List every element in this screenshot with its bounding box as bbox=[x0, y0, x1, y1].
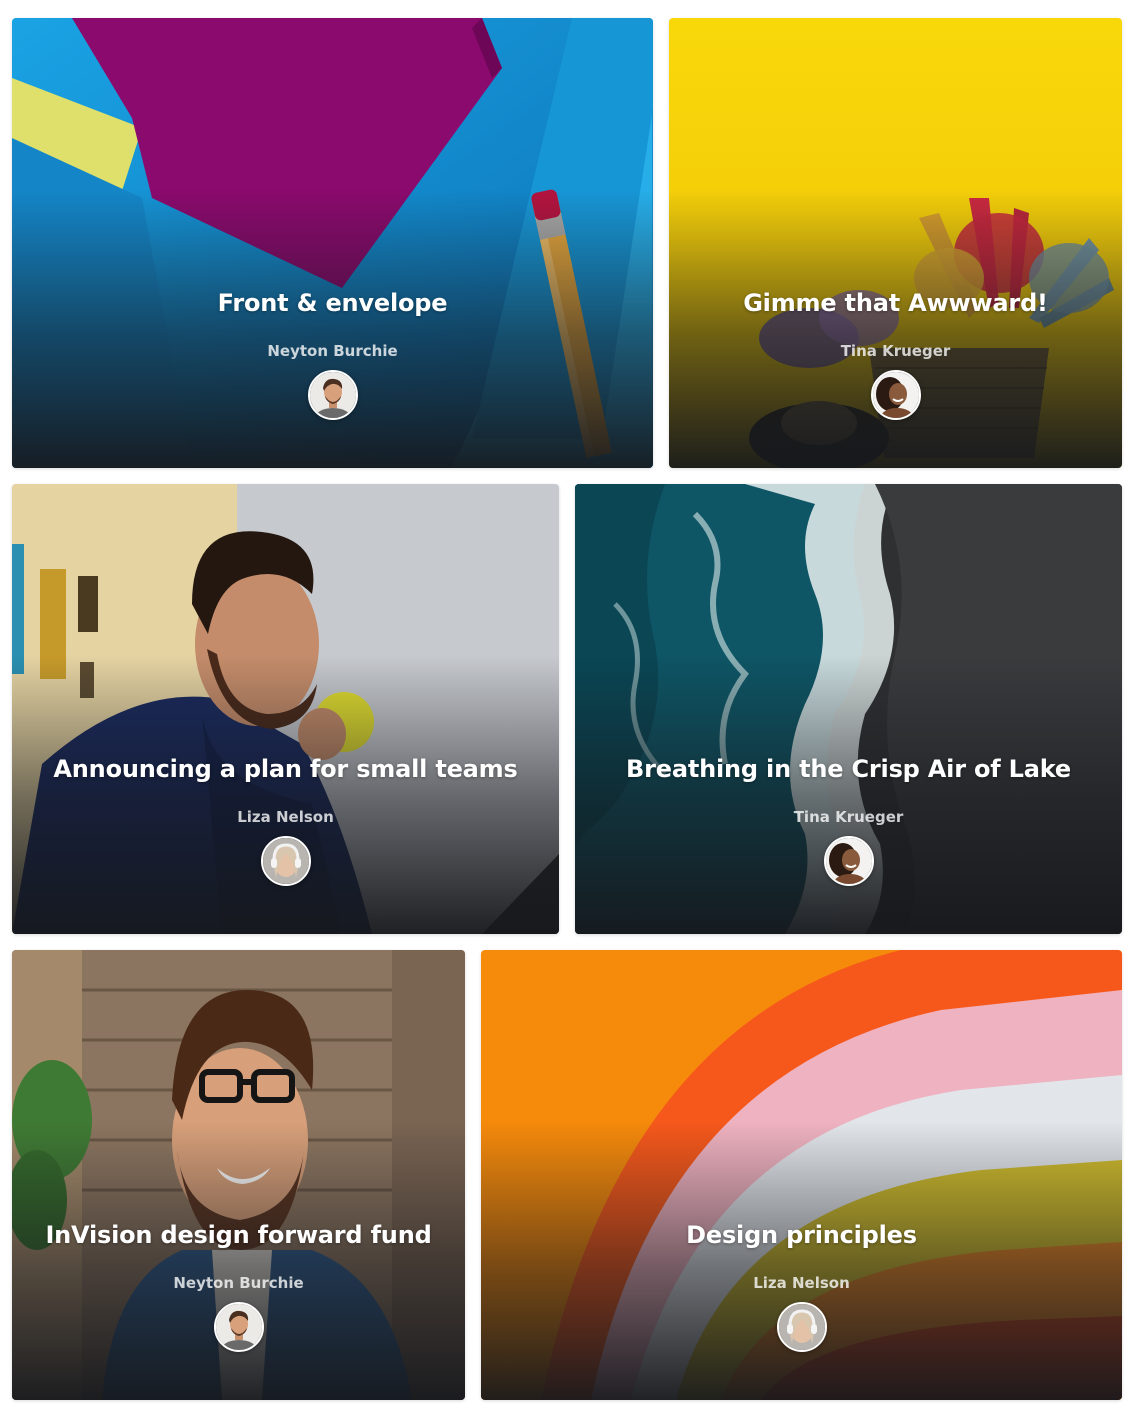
card-author[interactable]: Neyton Burchie bbox=[12, 1274, 465, 1292]
card-title[interactable]: Gimme that Awwward! bbox=[669, 288, 1122, 318]
woman-headphones-avatar[interactable] bbox=[776, 1302, 827, 1352]
card-author[interactable]: Tina Krueger bbox=[575, 808, 1122, 826]
card-author[interactable]: Tina Krueger bbox=[669, 342, 1122, 360]
man-portrait-avatar[interactable] bbox=[307, 370, 358, 420]
card-author[interactable]: Neyton Burchie bbox=[12, 342, 653, 360]
blog-card-crisp-air-lake[interactable]: Breathing in the Crisp Air of Lake Tina … bbox=[575, 484, 1122, 934]
card-title[interactable]: Front & envelope bbox=[12, 288, 653, 318]
blog-card-grid: Front & envelope Neyton Burchie Gimme th… bbox=[0, 0, 1135, 1412]
man-portrait-avatar[interactable] bbox=[213, 1302, 264, 1352]
card-title[interactable]: Announcing a plan for small teams bbox=[12, 754, 559, 784]
card-author[interactable]: Liza Nelson bbox=[481, 1274, 1122, 1292]
blog-card-gimme-awwward[interactable]: Gimme that Awwward! Tina Krueger bbox=[669, 18, 1122, 468]
blog-card-design-principles[interactable]: Design principles Liza Nelson bbox=[481, 950, 1122, 1400]
blog-card-small-teams[interactable]: Announcing a plan for small teams Liza N… bbox=[12, 484, 559, 934]
card-title[interactable]: Breathing in the Crisp Air of Lake bbox=[575, 754, 1122, 784]
blog-card-front-envelope[interactable]: Front & envelope Neyton Burchie bbox=[12, 18, 653, 468]
card-title[interactable]: Design principles bbox=[481, 1220, 1122, 1250]
woman-portrait-avatar[interactable] bbox=[870, 370, 921, 420]
card-title[interactable]: InVision design forward fund bbox=[12, 1220, 465, 1250]
woman-portrait-avatar[interactable] bbox=[823, 836, 874, 886]
blog-card-invision-fund[interactable]: InVision design forward fund Neyton Burc… bbox=[12, 950, 465, 1400]
woman-headphones-avatar[interactable] bbox=[260, 836, 311, 886]
card-author[interactable]: Liza Nelson bbox=[12, 808, 559, 826]
